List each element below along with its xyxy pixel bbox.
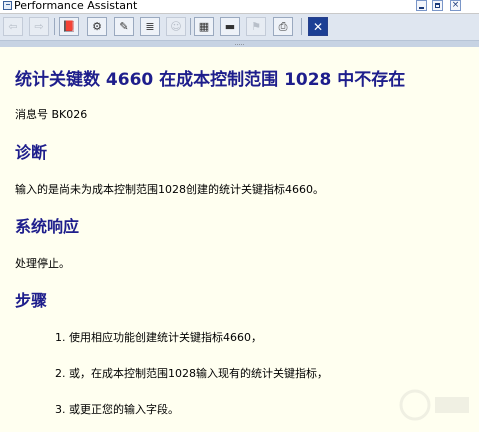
toolbar-separator <box>190 18 191 35</box>
toolbar-separator <box>301 18 302 35</box>
note-icon[interactable]: ▬ <box>220 17 240 36</box>
bookmark-icon[interactable]: ⚑ <box>246 17 266 36</box>
close-window-button[interactable]: × <box>450 0 461 11</box>
toolbar-separator <box>54 18 55 35</box>
section-text-system-response: 处理停止。 <box>15 257 70 270</box>
person-icon[interactable]: ☺ <box>166 17 186 36</box>
window-title-bar: Performance Assistant × <box>0 0 479 14</box>
procedure-step: 2. 或，在成本控制范围1028输入现有的统计关键指标， <box>55 367 328 380</box>
maximize-button[interactable] <box>432 0 443 11</box>
watermark-logo <box>399 389 469 421</box>
glossary-icon[interactable]: ≣ <box>140 17 160 36</box>
forward-arrow-icon[interactable]: ⇨ <box>29 17 49 36</box>
procedure-step: 3. 或更正您的输入字段。 <box>55 403 179 416</box>
section-heading-system-response: 系统响应 <box>15 217 80 236</box>
edit-icon[interactable]: ✎ <box>114 17 134 36</box>
page-title: 统计关键数 4660 在成本控制范围 1028 中不存在 <box>15 70 406 90</box>
section-heading-procedure: 步骤 <box>15 291 48 310</box>
table-icon[interactable]: ▦ <box>194 17 214 36</box>
toolbar: ⇦ ⇨ 📕 ⚙ ✎ ≣ ☺ ▦ ▬ ⚑ ⎙ ✕ <box>0 14 479 41</box>
exit-icon[interactable]: ✕ <box>308 17 328 36</box>
back-arrow-icon[interactable]: ⇦ <box>3 17 23 36</box>
technical-info-icon[interactable]: ⚙ <box>87 17 107 36</box>
window-title: Performance Assistant <box>14 0 138 12</box>
section-text-diagnosis: 输入的是尚未为成本控制范围1028创建的统计关键指标4660。 <box>15 183 324 196</box>
splitter-grip: ..... <box>234 40 245 47</box>
section-heading-diagnosis: 诊断 <box>15 143 48 162</box>
print-icon[interactable]: ⎙ <box>273 17 293 36</box>
procedure-step: 1. 使用相应功能创建统计关键指标4660， <box>55 331 262 344</box>
message-number: 消息号 BK026 <box>15 108 88 121</box>
book-icon[interactable]: 📕 <box>59 17 79 36</box>
help-content-pane: 统计关键数 4660 在成本控制范围 1028 中不存在 消息号 BK026 诊… <box>0 47 479 432</box>
app-icon <box>3 1 12 10</box>
minimize-button[interactable] <box>416 0 427 11</box>
